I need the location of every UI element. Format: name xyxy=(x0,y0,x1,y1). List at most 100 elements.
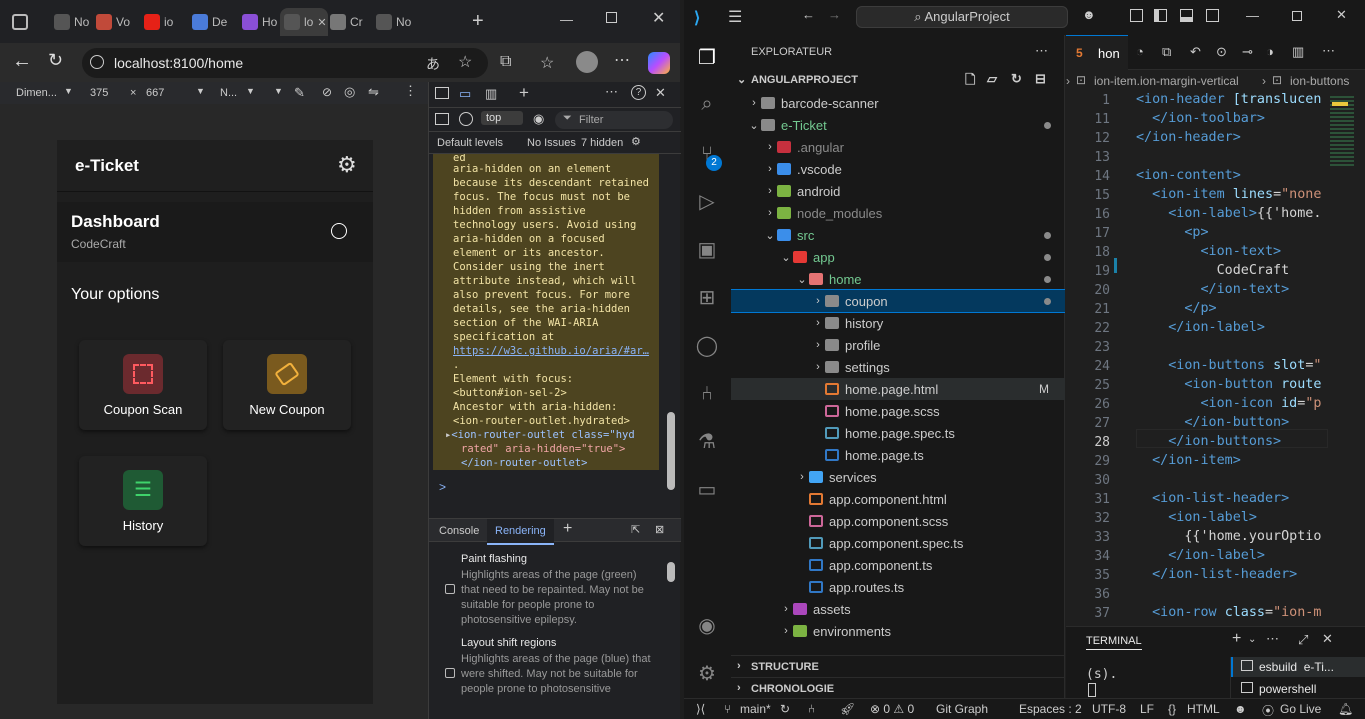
paint-flashing-checkbox[interactable] xyxy=(445,584,455,594)
tree-item[interactable]: › barcode-scanner xyxy=(731,92,1065,114)
tree-item[interactable]: › coupon xyxy=(731,289,1065,313)
code-area[interactable]: 1 <ion-header [translucen 11 </ion-toolbar… xyxy=(1066,92,1328,625)
search-icon[interactable]: ⌕ xyxy=(694,91,720,117)
element-reference[interactable]: ▸<ion-router-outlet class="hyd xyxy=(445,428,659,442)
terminal-session-powershell[interactable]: powershell xyxy=(1231,679,1365,699)
split-editor-icon[interactable]: ▥ xyxy=(1292,44,1304,60)
add-drawer-tab-icon[interactable]: + xyxy=(563,520,572,538)
close-devtools-icon[interactable]: ✕ xyxy=(655,85,666,101)
sync-icon[interactable]: ↻ xyxy=(780,702,790,716)
menu-icon[interactable]: ☰ xyxy=(728,7,742,27)
console-scrollbar[interactable] xyxy=(667,412,675,490)
explorer-icon[interactable]: ❐ xyxy=(694,45,720,71)
editor-tab-active[interactable]: 5 hon xyxy=(1066,35,1128,70)
tree-item[interactable]: app.component.html xyxy=(731,488,1065,510)
tree-item[interactable]: app.component.scss xyxy=(731,510,1065,532)
maximize-panel-icon[interactable]: ⤢ xyxy=(1298,632,1308,648)
new-tab-button[interactable]: + xyxy=(472,10,484,33)
timeline-section[interactable]: › CHRONOLOGIE xyxy=(731,677,1065,698)
rendering-scrollbar[interactable] xyxy=(667,562,675,582)
tree-item[interactable]: ⌄ e-Ticket xyxy=(731,114,1065,136)
accounts-icon[interactable]: ◉ xyxy=(694,613,720,639)
dock-icon[interactable]: ▥ xyxy=(485,86,497,102)
eol-status[interactable]: LF xyxy=(1140,702,1154,716)
aria-spec-link[interactable]: https://w3c.github.io/aria/#ar… xyxy=(453,344,659,358)
dock-drawer-icon[interactable]: ⇱ xyxy=(631,523,640,536)
add-terminal-icon[interactable]: + xyxy=(1232,630,1241,648)
tree-item[interactable]: app.component.spec.ts xyxy=(731,532,1065,554)
revert-icon[interactable]: ↶ xyxy=(1190,44,1201,60)
next-change-icon[interactable]: ⊸ xyxy=(1242,44,1253,60)
remote-explorer-icon[interactable]: ▣ xyxy=(694,237,720,263)
copilot-icon[interactable] xyxy=(648,52,670,74)
layout-sidebar-left-icon[interactable] xyxy=(1154,9,1167,22)
add-panel-icon[interactable]: + xyxy=(519,83,529,103)
breadcrumb-item[interactable]: ion-buttons xyxy=(1290,74,1349,88)
run-debug-icon[interactable]: ▷ xyxy=(694,189,720,215)
layout-customize-icon[interactable] xyxy=(1206,9,1219,22)
source-control-status-icon[interactable]: ⑃ xyxy=(808,702,815,716)
problems-indicator[interactable]: ⊗ 0 ⚠ 0 xyxy=(870,702,914,716)
issues-count[interactable]: No Issues xyxy=(527,137,576,149)
timeline-history-icon[interactable]: ◔ xyxy=(1136,44,1144,59)
terminal-session-esbuild[interactable]: esbuild e-Ti... xyxy=(1231,657,1365,677)
translate-icon[interactable]: あ xyxy=(426,54,440,74)
more-icon[interactable]: ⋯ xyxy=(614,50,630,70)
device-more-icon[interactable]: ⊘ xyxy=(322,85,332,99)
folder-icon[interactable]: ▭ xyxy=(694,477,720,503)
extensions-icon[interactable]: ⊞ xyxy=(694,285,720,311)
layout-shift-checkbox[interactable] xyxy=(445,668,455,678)
terminal-dropdown-icon[interactable]: ⌄ xyxy=(1248,634,1256,645)
history-card[interactable]: ☰ History xyxy=(79,456,207,546)
height-input[interactable]: 667 xyxy=(146,87,164,99)
maximize-button[interactable] xyxy=(1292,11,1302,21)
rocket-icon[interactable]: 🚀︎ xyxy=(840,702,855,716)
back-nav-icon[interactable]: ← xyxy=(802,7,815,22)
copilot-icon[interactable]: ☻ xyxy=(1082,7,1096,22)
tree-item[interactable]: › node_modules xyxy=(731,202,1065,224)
more-tabs-icon[interactable]: ⋯ xyxy=(605,84,618,100)
context-select[interactable]: top xyxy=(481,111,524,125)
explorer-more-icon[interactable]: ⋯ xyxy=(1035,43,1048,59)
refresh-icon[interactable]: ↻ xyxy=(1011,71,1022,87)
clear-console-icon[interactable] xyxy=(459,112,473,126)
inspect-icon[interactable] xyxy=(435,87,449,99)
branch-name[interactable]: main* xyxy=(740,702,771,716)
sidebar-toggle-icon[interactable] xyxy=(435,113,449,125)
browser-tab[interactable]: Vo xyxy=(92,8,134,36)
tree-item[interactable]: home.page.spec.ts xyxy=(731,422,1065,444)
tree-item[interactable]: › assets xyxy=(731,598,1065,620)
remote-icon[interactable]: ⟩⟨ xyxy=(696,702,705,716)
github-icon[interactable]: ◯ xyxy=(694,333,720,359)
tree-item[interactable]: home.page.ts xyxy=(731,444,1065,466)
browser-tab[interactable]: Cr xyxy=(326,8,368,36)
tree-item[interactable]: › services xyxy=(731,466,1065,488)
browser-tab[interactable]: No xyxy=(50,8,92,36)
browser-tab[interactable]: lo ✕ xyxy=(280,8,328,36)
git-graph-status[interactable]: Git Graph xyxy=(936,702,988,716)
site-info-icon[interactable] xyxy=(90,55,104,69)
visibility-icon[interactable]: ◎ xyxy=(344,84,355,100)
browser-tab[interactable]: io xyxy=(140,8,182,36)
tree-item[interactable]: › android xyxy=(731,180,1065,202)
new-folder-icon[interactable]: ▱ xyxy=(987,71,997,87)
copilot-status-icon[interactable]: ☻ xyxy=(1234,702,1247,716)
structure-section[interactable]: › STRUCTURE xyxy=(731,655,1065,677)
language-status[interactable]: HTML xyxy=(1187,702,1220,716)
minimize-button[interactable]: — xyxy=(560,12,573,27)
layout-sidebar-icon[interactable] xyxy=(1130,9,1143,22)
close-window-button[interactable]: ✕ xyxy=(1336,7,1347,23)
tree-item[interactable]: ⌄ home xyxy=(731,268,1065,290)
device-mode-icon[interactable]: ▭ xyxy=(459,86,471,102)
zoom-select[interactable]: N... xyxy=(220,87,237,99)
console-settings-gear-icon[interactable]: ⚙ xyxy=(631,135,641,148)
tree-item[interactable]: › profile xyxy=(731,334,1065,356)
help-icon[interactable]: ? xyxy=(631,85,646,100)
device-options-icon[interactable]: ⋮ xyxy=(404,83,417,99)
tree-item[interactable]: home.page.scss xyxy=(731,400,1065,422)
encoding-status[interactable]: UTF-8 xyxy=(1092,702,1126,716)
reload-icon[interactable]: ↻ xyxy=(48,50,63,71)
tab-actions-icon[interactable] xyxy=(12,14,28,30)
close-window-button[interactable]: ✕ xyxy=(652,8,665,28)
url-field[interactable]: localhost:8100/home あ ☆ xyxy=(82,48,488,78)
